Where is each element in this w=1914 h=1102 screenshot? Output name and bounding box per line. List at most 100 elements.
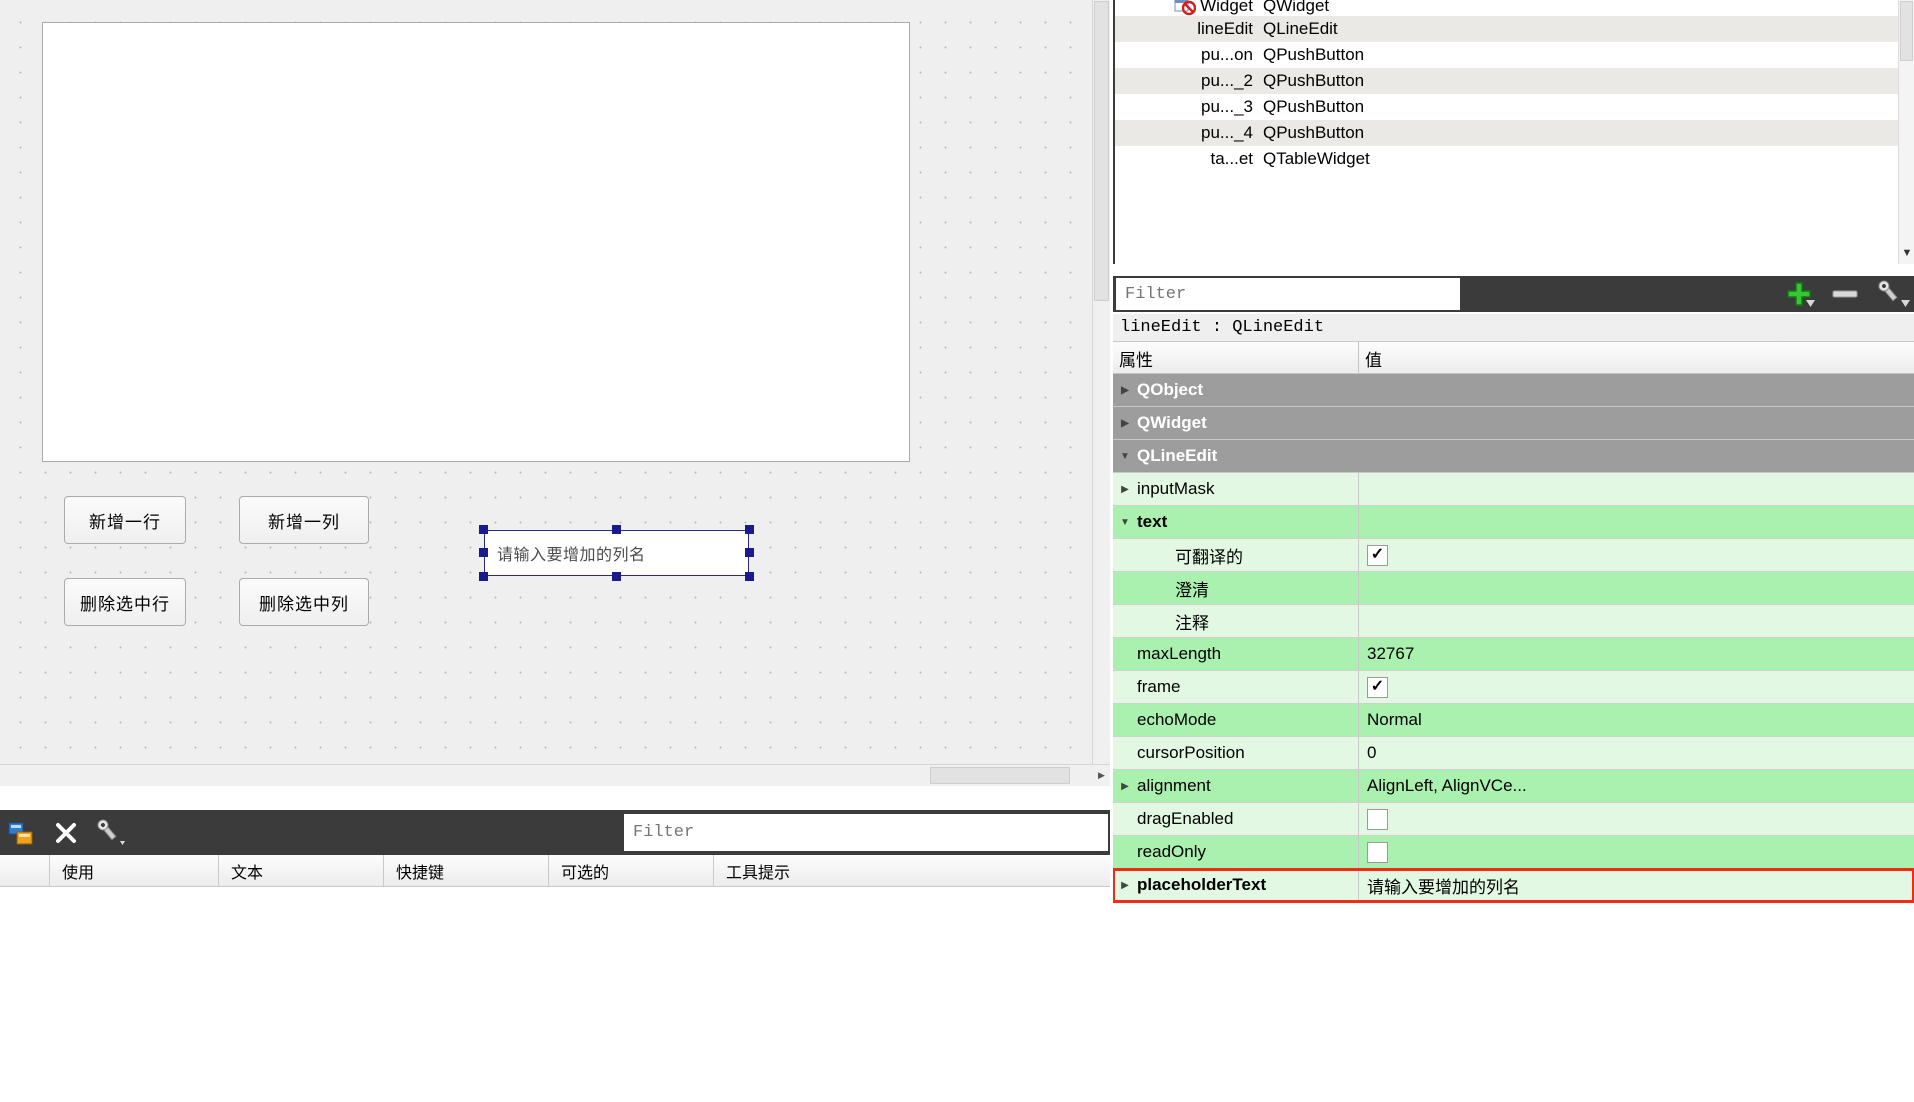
tree-row[interactable]: pu...on QPushButton bbox=[1115, 42, 1914, 68]
property-value[interactable] bbox=[1359, 473, 1914, 505]
property-row-comment[interactable]: 注释 bbox=[1113, 605, 1914, 638]
property-row-dragenabled[interactable]: dragEnabled bbox=[1113, 803, 1914, 836]
tree-row-name: pu..._4 bbox=[1201, 123, 1253, 142]
line-edit-field[interactable]: 请输入要增加的列名 bbox=[484, 530, 749, 576]
form-button-delete-row[interactable]: 删除选中行 bbox=[64, 578, 186, 626]
property-value[interactable]: 请输入要增加的列名 bbox=[1359, 869, 1914, 901]
property-group-qwidget[interactable]: ▶ QWidget bbox=[1113, 407, 1914, 440]
property-row-echomode[interactable]: echoMode Normal bbox=[1113, 704, 1914, 737]
selection-handle-top-left[interactable] bbox=[479, 525, 488, 534]
form-canvas[interactable]: 新增一行 新增一列 删除选中行 删除选中列 请输入要增加的列名 ▼ bbox=[0, 0, 1110, 786]
signal-slot-filter-input[interactable] bbox=[624, 814, 1108, 851]
remove-icon[interactable] bbox=[1822, 276, 1868, 312]
chevron-right-icon[interactable]: ▶ bbox=[1113, 385, 1137, 396]
property-value[interactable] bbox=[1359, 572, 1914, 604]
tree-row-class: QWidget bbox=[1263, 0, 1330, 15]
property-value[interactable]: ✓ bbox=[1359, 539, 1914, 571]
property-row-frame[interactable]: frame ✓ bbox=[1113, 671, 1914, 704]
tree-row[interactable]: lineEdit QLineEdit bbox=[1115, 16, 1914, 42]
checkbox-unchecked-icon[interactable] bbox=[1367, 841, 1388, 863]
checkbox-checked-icon[interactable]: ✓ bbox=[1367, 544, 1388, 566]
canvas-horizontal-scrollbar[interactable]: ▶ bbox=[0, 764, 1110, 786]
selected-line-edit-widget[interactable]: 请输入要增加的列名 bbox=[479, 525, 754, 581]
chevron-down-icon[interactable]: ▼ bbox=[1113, 517, 1137, 528]
property-table-header: 属性 值 bbox=[1113, 342, 1914, 374]
property-table-body[interactable]: ▶ QObject ▶ QWidget ▼ QLineEdit ▶ inputM… bbox=[1113, 374, 1914, 1102]
property-value[interactable]: AlignLeft, AlignVCe... bbox=[1359, 770, 1914, 802]
tree-row[interactable]: Widget QWidget bbox=[1115, 0, 1914, 16]
property-name: cursorPosition bbox=[1137, 743, 1245, 762]
property-row-text[interactable]: ▼ text bbox=[1113, 506, 1914, 539]
canvas-vertical-scrollbar[interactable]: ▼ bbox=[1092, 0, 1110, 786]
add-icon[interactable] bbox=[1776, 276, 1822, 312]
property-value[interactable] bbox=[1359, 506, 1914, 538]
property-row-readonly[interactable]: readOnly bbox=[1113, 836, 1914, 869]
object-inspector-tree[interactable]: Widget QWidget lineEdit QLineEdit pu...o… bbox=[1113, 0, 1914, 264]
property-row-placeholdertext[interactable]: ▶ placeholderText 请输入要增加的列名 bbox=[1113, 868, 1914, 903]
property-name: QObject bbox=[1137, 380, 1204, 399]
selection-handle-bottom-right[interactable] bbox=[745, 572, 754, 581]
signal-slot-column-text[interactable]: 文本 bbox=[219, 855, 384, 887]
form-button-add-column[interactable]: 新增一列 bbox=[239, 496, 369, 544]
property-row-translatable[interactable]: 可翻译的 ✓ bbox=[1113, 539, 1914, 572]
property-value[interactable]: 32767 bbox=[1359, 638, 1914, 670]
chevron-right-icon[interactable]: ▶ bbox=[1113, 880, 1137, 891]
selection-handle-top-right[interactable] bbox=[745, 525, 754, 534]
property-row-maxlength[interactable]: maxLength 32767 bbox=[1113, 638, 1914, 671]
property-value[interactable] bbox=[1359, 440, 1914, 472]
property-value[interactable]: Normal bbox=[1359, 704, 1914, 736]
property-value[interactable]: ✓ bbox=[1359, 671, 1914, 703]
signal-slot-column-checkable[interactable]: 可选的 bbox=[549, 855, 714, 887]
selection-handle-middle-left[interactable] bbox=[479, 548, 488, 557]
signal-slot-column-tooltip[interactable]: 工具提示 bbox=[714, 855, 1110, 887]
checkbox-checked-icon[interactable]: ✓ bbox=[1367, 676, 1388, 698]
tree-row[interactable]: pu..._2 QPushButton bbox=[1115, 68, 1914, 94]
tree-row[interactable]: pu..._4 QPushButton bbox=[1115, 120, 1914, 146]
property-row-inputmask[interactable]: ▶ inputMask bbox=[1113, 473, 1914, 506]
property-value[interactable]: 0 bbox=[1359, 737, 1914, 769]
form-button-add-row[interactable]: 新增一行 bbox=[64, 496, 186, 544]
property-value[interactable] bbox=[1359, 836, 1914, 868]
form-widget-table-area[interactable] bbox=[42, 22, 910, 462]
property-value[interactable] bbox=[1359, 605, 1914, 637]
tree-row-class: QLineEdit bbox=[1263, 19, 1338, 38]
selection-handle-top-middle[interactable] bbox=[612, 525, 621, 534]
signal-slot-column-blank[interactable] bbox=[0, 855, 50, 887]
chevron-right-icon[interactable]: ▶ bbox=[1113, 484, 1137, 495]
scroll-right-arrow-icon[interactable]: ▶ bbox=[1093, 767, 1110, 784]
canvas-vertical-scroll-thumb[interactable] bbox=[1094, 1, 1109, 301]
property-row-cursorposition[interactable]: cursorPosition 0 bbox=[1113, 737, 1914, 770]
canvas-horizontal-scroll-thumb[interactable] bbox=[930, 767, 1070, 784]
selection-handle-middle-right[interactable] bbox=[745, 548, 754, 557]
tree-row[interactable]: ta...et QTableWidget bbox=[1115, 146, 1914, 172]
signal-slot-column-use[interactable]: 使用 bbox=[50, 855, 219, 887]
property-column-name[interactable]: 属性 bbox=[1113, 342, 1359, 374]
chevron-right-icon[interactable]: ▶ bbox=[1113, 418, 1137, 429]
scroll-down-arrow-icon[interactable]: ▼ bbox=[1899, 242, 1914, 264]
chevron-right-icon[interactable]: ▶ bbox=[1113, 781, 1137, 792]
property-value[interactable] bbox=[1359, 407, 1914, 439]
signal-slot-column-shortcut[interactable]: 快捷键 bbox=[384, 855, 549, 887]
form-button-add-column-label: 新增一列 bbox=[268, 512, 340, 533]
signal-slot-table-body[interactable] bbox=[0, 887, 1110, 1102]
checkbox-unchecked-icon[interactable] bbox=[1367, 808, 1388, 830]
configure-icon[interactable] bbox=[88, 810, 132, 855]
signal-slot-icon[interactable] bbox=[0, 810, 44, 855]
property-group-qlineedit[interactable]: ▼ QLineEdit bbox=[1113, 440, 1914, 473]
property-group-qobject[interactable]: ▶ QObject bbox=[1113, 374, 1914, 407]
property-filter-input[interactable] bbox=[1116, 278, 1460, 310]
object-tree-vertical-scrollbar[interactable]: ▼ bbox=[1898, 0, 1914, 264]
property-value[interactable] bbox=[1359, 374, 1914, 406]
delete-icon[interactable] bbox=[44, 810, 88, 855]
selection-handle-bottom-left[interactable] bbox=[479, 572, 488, 581]
form-button-delete-column[interactable]: 删除选中列 bbox=[239, 578, 369, 626]
chevron-down-icon[interactable]: ▼ bbox=[1113, 451, 1137, 462]
property-row-alignment[interactable]: ▶ alignment AlignLeft, AlignVCe... bbox=[1113, 770, 1914, 803]
configure-icon[interactable] bbox=[1868, 276, 1914, 312]
property-column-value[interactable]: 值 bbox=[1359, 342, 1914, 374]
object-tree-scroll-thumb[interactable] bbox=[1900, 1, 1913, 61]
selection-handle-bottom-middle[interactable] bbox=[612, 572, 621, 581]
property-value[interactable] bbox=[1359, 803, 1914, 835]
tree-row[interactable]: pu..._3 QPushButton bbox=[1115, 94, 1914, 120]
property-row-disambiguation[interactable]: 澄清 bbox=[1113, 572, 1914, 605]
